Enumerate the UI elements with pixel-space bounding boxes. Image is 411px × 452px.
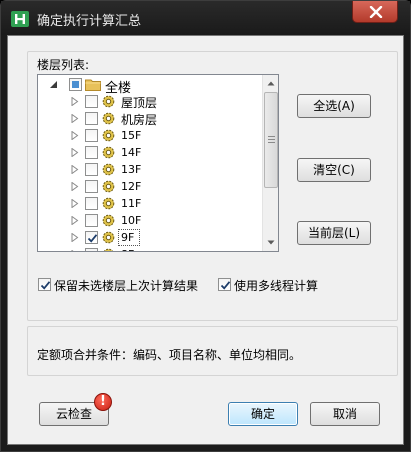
tree-label: 9F (121, 231, 135, 244)
floor-tree-rows: 全楼 屋顶层 机房层 15F 14F 13F 12F 11F 10F 9F (38, 75, 263, 251)
scroll-up-icon[interactable] (263, 75, 279, 92)
tree-row[interactable]: 13F (38, 161, 263, 178)
tree-row[interactable]: 14F (38, 144, 263, 161)
scroll-thumb[interactable] (264, 92, 278, 188)
tree-checkbox-root[interactable] (69, 78, 82, 91)
tree-checkbox-checked[interactable] (85, 231, 98, 244)
floor-gear-icon (102, 146, 115, 159)
floor-gear-icon (102, 112, 115, 125)
tree-row[interactable]: 15F (38, 127, 263, 144)
cancel-button[interactable]: 取消 (310, 402, 380, 426)
collapsed-arrow-icon[interactable] (71, 216, 79, 225)
floor-gear-icon (102, 95, 115, 108)
window-title: 确定执行计算汇总 (37, 14, 142, 29)
ok-button[interactable]: 确定 (228, 402, 298, 426)
current-floor-button[interactable]: 当前层(L) (297, 221, 371, 245)
collapsed-arrow-icon[interactable] (71, 114, 79, 123)
merge-condition-text: 定额项合并条件：编码、项目名称、单位均相同。 (37, 348, 302, 362)
tree-checkbox[interactable] (85, 197, 98, 210)
tree-checkbox[interactable] (85, 180, 98, 193)
grip-line (268, 139, 275, 140)
floor-gear-icon (102, 129, 115, 142)
tree-label: 13F (121, 163, 142, 176)
tree-label: 11F (121, 197, 142, 210)
collapsed-arrow-icon[interactable] (71, 199, 79, 208)
dialog-window: 确定执行计算汇总 楼层列表: 全楼 屋顶层 机房层 15F 14F 13F 12… (0, 0, 411, 452)
checkmark-icon (87, 234, 98, 243)
floor-gear-icon (102, 197, 115, 210)
tree-row[interactable]: 屋顶层 (38, 93, 263, 110)
close-button[interactable] (352, 1, 398, 23)
tree-row[interactable]: 11F (38, 195, 263, 212)
tree-checkbox[interactable] (85, 129, 98, 142)
expanded-arrow-icon[interactable] (50, 80, 58, 89)
collapsed-arrow-icon[interactable] (71, 233, 79, 242)
folder-icon (85, 79, 101, 91)
tree-checkbox[interactable] (85, 248, 98, 251)
tree-checkbox[interactable] (85, 112, 98, 125)
collapsed-arrow-icon[interactable] (71, 97, 79, 106)
collapsed-arrow-icon[interactable] (71, 148, 79, 157)
tree-row-root[interactable]: 全楼 (38, 76, 263, 96)
collapsed-arrow-icon[interactable] (71, 165, 79, 174)
tree-label: 10F (121, 214, 142, 227)
clear-button[interactable]: 清空(C) (297, 158, 371, 182)
tree-row-selected[interactable]: 9F (38, 229, 263, 246)
tree-checkbox[interactable] (85, 146, 98, 159)
tree-label: 屋顶层 (121, 96, 158, 110)
tree-checkbox[interactable] (85, 95, 98, 108)
close-icon (369, 6, 383, 18)
title-bar[interactable]: 确定执行计算汇总 (1, 1, 410, 35)
tree-row[interactable]: 12F (38, 178, 263, 195)
warning-badge-icon: ! (94, 393, 112, 411)
scroll-down-icon[interactable] (263, 234, 279, 251)
collapsed-arrow-icon[interactable] (71, 182, 79, 191)
collapsed-arrow-icon[interactable] (71, 250, 79, 251)
keep-unselected-label[interactable]: 保留未选楼层上次计算结果 (54, 277, 198, 294)
tree-label: 15F (121, 129, 142, 142)
tree-label: 机房层 (121, 113, 158, 127)
floor-gear-icon (103, 248, 114, 251)
floor-tree[interactable]: 全楼 屋顶层 机房层 15F 14F 13F 12F 11F 10F 9F (37, 74, 279, 252)
floor-gear-icon (102, 214, 115, 227)
tree-label: 14F (121, 146, 142, 159)
grip-line (268, 136, 275, 137)
tree-checkbox[interactable] (85, 163, 98, 176)
floor-list-label: 楼层列表: (37, 58, 90, 72)
checkmark-icon (40, 281, 51, 290)
select-all-button[interactable]: 全选(A) (297, 94, 371, 118)
dialog-body: 楼层列表: 全楼 屋顶层 机房层 15F 14F 13F 12F 11F 10F… (7, 35, 404, 445)
collapsed-arrow-icon[interactable] (71, 131, 79, 140)
tree-row[interactable]: 机房层 (38, 110, 263, 127)
grip-line (268, 142, 275, 143)
tree-row[interactable]: 10F (38, 212, 263, 229)
app-logo-icon (11, 11, 29, 27)
checkmark-icon (220, 281, 231, 290)
multithread-checkbox[interactable] (218, 278, 231, 291)
tree-checkbox[interactable] (85, 214, 98, 227)
tree-row[interactable]: 8F (38, 246, 263, 251)
tree-scrollbar[interactable] (262, 75, 278, 251)
multithread-label[interactable]: 使用多线程计算 (234, 277, 318, 294)
tree-label: 8F (121, 248, 134, 251)
floor-gear-icon (102, 180, 115, 193)
floor-gear-icon (102, 231, 115, 244)
tree-label: 12F (121, 180, 142, 193)
floor-gear-icon (102, 163, 115, 176)
keep-unselected-checkbox[interactable] (38, 278, 51, 291)
